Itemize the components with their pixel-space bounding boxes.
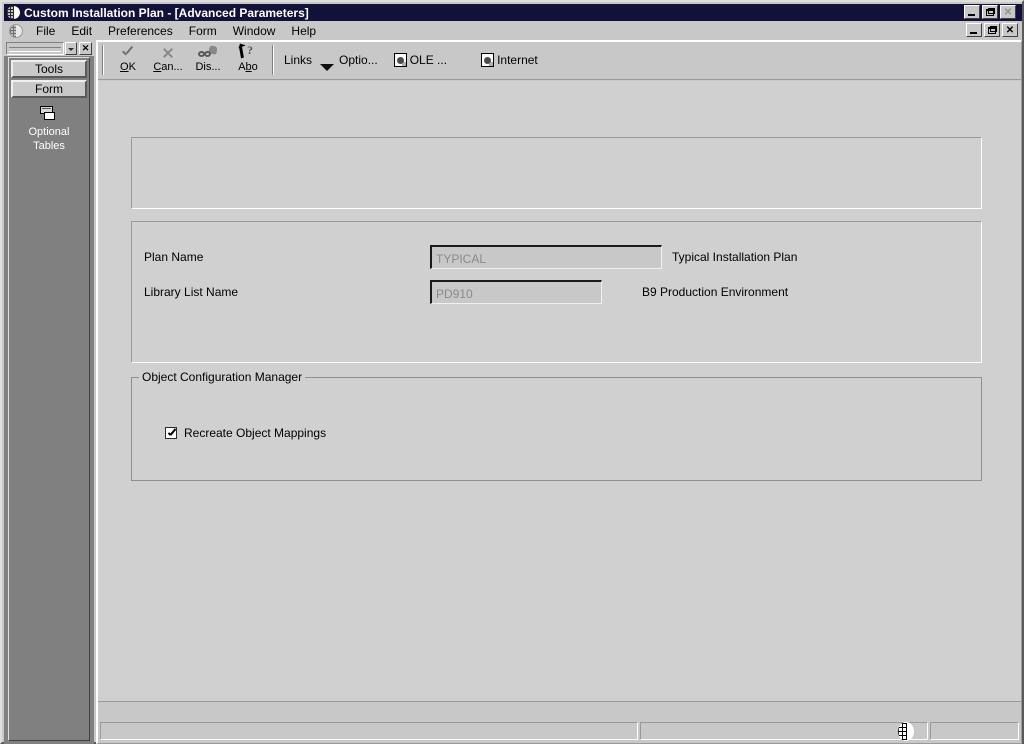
window-title: Custom Installation Plan - [Advanced Par… xyxy=(24,5,309,20)
plan-name-description: Typical Installation Plan xyxy=(672,250,798,264)
globe-icon xyxy=(898,722,914,741)
library-list-name-input[interactable] xyxy=(430,280,602,304)
application-window: Custom Installation Plan - [Advanced Par… xyxy=(0,0,1024,744)
sidebar: ✕ Tools Form Optional Tables xyxy=(4,40,94,744)
ok-button-accel: O xyxy=(120,61,129,73)
status-panel-1 xyxy=(100,722,638,740)
close-x-icon xyxy=(156,44,180,61)
menu-item-file[interactable]: File xyxy=(28,22,63,40)
child-restore-button[interactable] xyxy=(984,23,1000,37)
recreate-object-mappings-row[interactable]: Recreate Object Mappings xyxy=(165,426,326,440)
child-close-icon: ✕ xyxy=(1005,25,1015,36)
sidebar-tab-tools[interactable]: Tools xyxy=(11,60,87,78)
toolbar-separator-2 xyxy=(272,45,274,75)
recreate-object-mappings-checkbox[interactable] xyxy=(165,427,177,439)
chevron-down-icon[interactable] xyxy=(65,41,77,55)
child-window-controls: ✕ xyxy=(966,23,1018,37)
menu-item-form[interactable]: Form xyxy=(181,22,225,40)
sidebar-tab-form[interactable]: Form xyxy=(11,80,87,98)
link-internet[interactable]: Internet xyxy=(481,43,538,77)
sidebar-toolbar: ✕ xyxy=(4,40,94,56)
child-minimize-button[interactable] xyxy=(966,23,982,37)
object-configuration-manager-group: Object Configuration Manager Recreate Ob… xyxy=(131,370,982,481)
menu-bar: File Edit Preferences Form Window Help xyxy=(4,21,1022,40)
chevron-down-icon[interactable] xyxy=(320,63,335,71)
menu-item-preferences[interactable]: Preferences xyxy=(100,22,181,40)
menu-item-window[interactable]: Window xyxy=(225,22,284,40)
sidebar-body: Tools Form Optional Tables xyxy=(8,57,90,741)
status-bar xyxy=(98,701,1021,743)
cancel-button-label: an... xyxy=(161,61,183,73)
close-icon: ✕ xyxy=(1003,7,1013,18)
system-menu-icon[interactable] xyxy=(9,23,23,38)
links-label: Links xyxy=(284,53,313,67)
display-button-label: Dis... xyxy=(195,61,221,73)
checkbox-label-pre: Recreate Object Mappin xyxy=(184,426,314,440)
glasses-display-icon xyxy=(196,44,220,61)
about-button-label-pre: A xyxy=(238,61,246,73)
menu-item-help[interactable]: Help xyxy=(283,22,324,40)
toolbar-separator xyxy=(102,45,104,75)
status-bar-panels xyxy=(100,722,1019,740)
close-button[interactable]: ✕ xyxy=(1000,5,1016,19)
sidebar-item-label-line2: Tables xyxy=(33,140,65,152)
status-panel-3 xyxy=(930,722,1019,740)
link-options[interactable]: Optio... xyxy=(339,43,378,77)
library-list-name-label: Library List Name xyxy=(144,285,239,299)
outer-window-controls: ✕ xyxy=(964,5,1016,19)
display-button[interactable]: Dis... xyxy=(188,42,228,76)
minimize-button[interactable] xyxy=(964,5,980,19)
header-panel xyxy=(131,137,982,209)
internet-document-icon xyxy=(481,53,495,67)
sidebar-item-label-line1: Optional xyxy=(28,126,70,138)
cancel-button[interactable]: Can... xyxy=(148,42,188,76)
child-close-button[interactable]: ✕ xyxy=(1002,23,1018,37)
about-button-label-post: o xyxy=(251,61,258,73)
checkbox-label-post: s xyxy=(320,426,327,440)
ok-button[interactable]: OK xyxy=(108,42,148,76)
link-ole[interactable]: OLE ... xyxy=(393,43,448,77)
mdi-client-area: OK Can... Dis... ? Abo Links Optio... OL… xyxy=(96,40,1022,744)
sidebar-close-button[interactable]: ✕ xyxy=(79,41,92,55)
ole-document-icon xyxy=(393,53,407,67)
sidebar-item-optional-tables[interactable]: Optional Tables xyxy=(9,106,89,153)
form-canvas: Plan Name Typical Installation Plan Libr… xyxy=(98,81,1021,701)
about-button[interactable]: ? Abo xyxy=(228,42,268,76)
tables-icon xyxy=(39,106,59,122)
links-area: Links Optio... OLE ... Internet xyxy=(278,42,544,76)
check-icon xyxy=(116,44,140,61)
link-internet-label: Internet xyxy=(497,53,538,67)
status-panel-2 xyxy=(640,722,928,740)
menu-item-edit[interactable]: Edit xyxy=(63,22,100,40)
sidebar-combo[interactable] xyxy=(6,41,64,55)
plan-name-label: Plan Name xyxy=(144,250,204,264)
fields-panel: Plan Name Typical Installation Plan Libr… xyxy=(131,221,982,363)
group-title: Object Configuration Manager xyxy=(139,370,306,384)
title-bar: Custom Installation Plan - [Advanced Par… xyxy=(4,4,1022,21)
help-arrow-question-icon: ? xyxy=(236,43,260,61)
toolbar: OK Can... Dis... ? Abo Links Optio... OL… xyxy=(98,42,1021,80)
link-ole-label: OLE ... xyxy=(409,53,448,67)
app-sphere-icon xyxy=(7,6,20,19)
ok-button-label: K xyxy=(128,61,136,73)
restore-button[interactable] xyxy=(982,5,998,19)
plan-name-input[interactable] xyxy=(430,245,662,269)
library-list-name-description: B9 Production Environment xyxy=(642,285,789,299)
